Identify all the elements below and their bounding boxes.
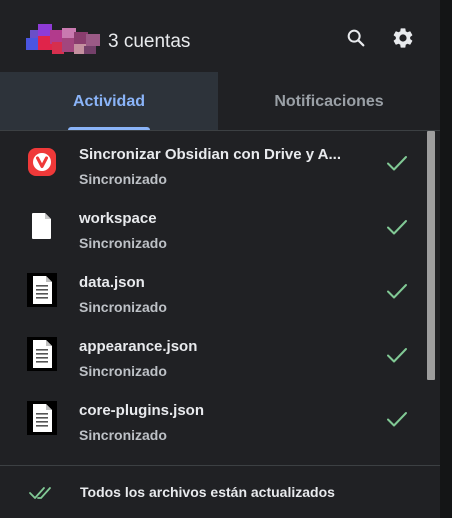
- text-document-icon: [26, 273, 58, 307]
- backup-sync-panel: 3 cuentas Actividad Notificaciones Sincr…: [0, 0, 440, 518]
- search-icon: [347, 29, 365, 47]
- footer: Todos los archivos están actualizados: [0, 466, 440, 518]
- check-icon: [387, 156, 407, 171]
- vivaldi-icon: [26, 145, 58, 179]
- file-status: Sincronizado: [79, 171, 167, 187]
- file-name: Sincronizar Obsidian con Drive y A...: [79, 146, 342, 163]
- check-icon: [387, 348, 407, 363]
- text-document-icon: [26, 337, 58, 371]
- tab-bar: Actividad Notificaciones: [0, 72, 440, 131]
- list-item[interactable]: Sincronizar Obsidian con Drive y A... Si…: [0, 131, 425, 195]
- file-name: core-plugins.json: [79, 402, 205, 419]
- file-name: data.json: [79, 274, 145, 291]
- list-item[interactable]: workspace Sincronizado: [0, 195, 425, 259]
- check-icon: [387, 412, 407, 427]
- window-edge: [440, 0, 452, 518]
- scrollbar[interactable]: [427, 131, 435, 380]
- tab-notifications[interactable]: Notificaciones: [218, 72, 440, 131]
- account-avatars[interactable]: [26, 24, 102, 58]
- file-status: Sincronizado: [79, 363, 167, 379]
- file-name: appearance.json: [79, 338, 198, 355]
- settings-button[interactable]: [389, 24, 417, 52]
- file-status: Sincronizado: [79, 235, 167, 251]
- double-check-icon: [29, 487, 51, 499]
- accounts-count-label: 3 cuentas: [108, 31, 191, 52]
- gear-icon: [393, 28, 413, 48]
- check-icon: [387, 220, 407, 235]
- list-item[interactable]: core-plugins.json Sincronizado: [0, 387, 425, 451]
- file-name: workspace: [79, 210, 157, 227]
- sync-status-text: Todos los archivos están actualizados: [80, 484, 335, 500]
- file-status: Sincronizado: [79, 299, 167, 315]
- text-document-icon: [26, 401, 58, 435]
- check-icon: [387, 284, 407, 299]
- activity-list[interactable]: Sincronizar Obsidian con Drive y A... Si…: [0, 131, 440, 465]
- list-item[interactable]: appearance.json Sincronizado: [0, 323, 425, 387]
- search-button[interactable]: [342, 24, 370, 52]
- tab-activity[interactable]: Actividad: [0, 72, 218, 131]
- file-icon: [26, 209, 58, 243]
- list-item[interactable]: data.json Sincronizado: [0, 259, 425, 323]
- file-status: Sincronizado: [79, 427, 167, 443]
- header: 3 cuentas: [0, 0, 440, 72]
